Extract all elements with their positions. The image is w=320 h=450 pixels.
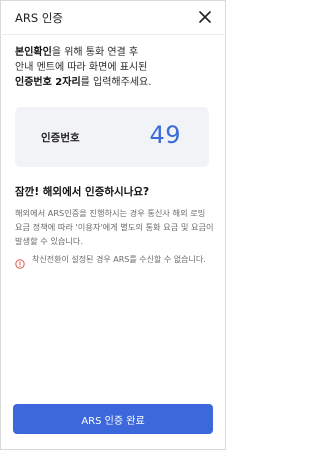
verification-code-label: 인증번호 bbox=[41, 132, 80, 144]
close-icon[interactable] bbox=[198, 10, 212, 24]
modal-title: ARS 인증 bbox=[15, 11, 63, 25]
intro-line3-bold: 인증번호 2자리 bbox=[15, 77, 81, 88]
verification-code-value: 49 bbox=[149, 121, 181, 149]
modal-header: ARS 인증 bbox=[0, 0, 224, 35]
abroad-notice-description: 해외에서 ARS인증을 진행하시는 경우 통신사 해외 로밍 요금 정책에 따라… bbox=[15, 208, 214, 246]
call-forwarding-notice-text: 착신전환이 설정된 경우 ARS를 수신할 수 없습니다. bbox=[32, 255, 206, 264]
intro-line1-bold: 본인확인 bbox=[15, 47, 52, 58]
alert-circle-icon bbox=[15, 254, 25, 269]
ars-complete-button[interactable]: ARS 인증 완료 bbox=[13, 404, 213, 434]
intro-text: 본인확인을 위해 통화 연결 후 안내 멘트에 따라 화면에 표시된 인증번호 … bbox=[15, 45, 215, 90]
abroad-notice-title: 잠깐! 해외에서 인증하시나요? bbox=[15, 186, 150, 198]
intro-line2: 안내 멘트에 따라 화면에 표시된 bbox=[15, 62, 148, 73]
call-forwarding-notice: 착신전환이 설정된 경우 ARS를 수신할 수 없습니다. bbox=[15, 253, 215, 283]
intro-line3-rest: 를 입력해주세요. bbox=[80, 77, 152, 88]
verification-code-card: 인증번호 49 bbox=[15, 107, 209, 167]
intro-line1-rest: 을 위해 통화 연결 후 bbox=[51, 47, 139, 58]
